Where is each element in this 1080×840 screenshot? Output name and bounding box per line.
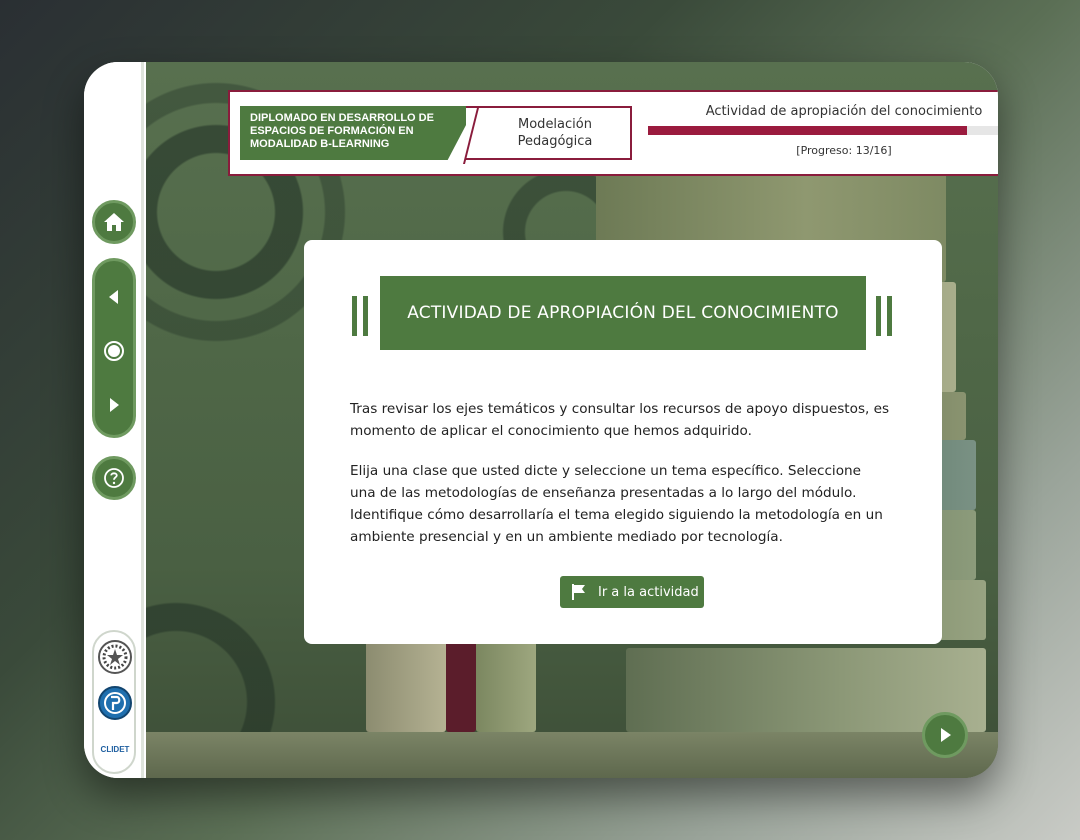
university-logo bbox=[98, 686, 132, 720]
next-page-button[interactable] bbox=[922, 712, 968, 758]
home-icon bbox=[104, 213, 124, 231]
progress-fill bbox=[648, 126, 967, 135]
center-icon bbox=[104, 341, 124, 361]
sidebar: CLIDET bbox=[84, 62, 144, 778]
next-icon bbox=[110, 398, 119, 412]
activity-heading: ACTIVIDAD DE APROPIACIÓN DEL CONOCIMIENT… bbox=[380, 276, 866, 350]
intro-paragraph: Tras revisar los ejes temáticos y consul… bbox=[350, 401, 890, 439]
next-button[interactable] bbox=[95, 383, 133, 427]
shelf bbox=[146, 732, 998, 778]
progress-bar bbox=[648, 126, 998, 135]
clidet-logo-text: CLIDET bbox=[100, 744, 130, 754]
activity-card: ACTIVIDAD DE APROPIACIÓN DEL CONOCIMIENT… bbox=[304, 240, 942, 644]
go-to-activity-label: Ir a la actividad bbox=[598, 584, 699, 600]
help-icon bbox=[104, 468, 124, 488]
home-button[interactable] bbox=[92, 200, 136, 244]
background-stage: DIPLOMADO EN DESARROLLO DE ESPACIOS DE F… bbox=[146, 62, 998, 778]
progress-label: [Progreso: 13/16] bbox=[796, 144, 892, 157]
institution-logos: CLIDET bbox=[92, 630, 136, 774]
left-bars-decoration bbox=[352, 296, 368, 336]
module-name: Modelación Pedagógica bbox=[466, 106, 632, 160]
course-window: DIPLOMADO EN DESARROLLO DE ESPACIOS DE F… bbox=[84, 62, 998, 778]
right-bars-decoration bbox=[876, 296, 892, 336]
go-to-activity-button[interactable]: Ir a la actividad bbox=[560, 576, 704, 608]
instructions-paragraph: Elija una clase que usted dicte y selecc… bbox=[350, 463, 883, 545]
play-icon bbox=[941, 728, 951, 742]
program-name: DIPLOMADO EN DESARROLLO DE ESPACIOS DE F… bbox=[240, 106, 476, 160]
navigation-group bbox=[92, 258, 136, 438]
institution-seal-logo bbox=[98, 640, 132, 674]
section-title: Actividad de apropiación del conocimient… bbox=[705, 104, 983, 119]
previous-icon bbox=[109, 290, 118, 304]
course-header: DIPLOMADO EN DESARROLLO DE ESPACIOS DE F… bbox=[228, 90, 998, 176]
help-button[interactable] bbox=[92, 456, 136, 500]
flag-icon bbox=[572, 584, 585, 600]
center-button[interactable] bbox=[95, 329, 133, 373]
clidet-logo: CLIDET bbox=[98, 732, 132, 766]
previous-button[interactable] bbox=[95, 275, 133, 319]
